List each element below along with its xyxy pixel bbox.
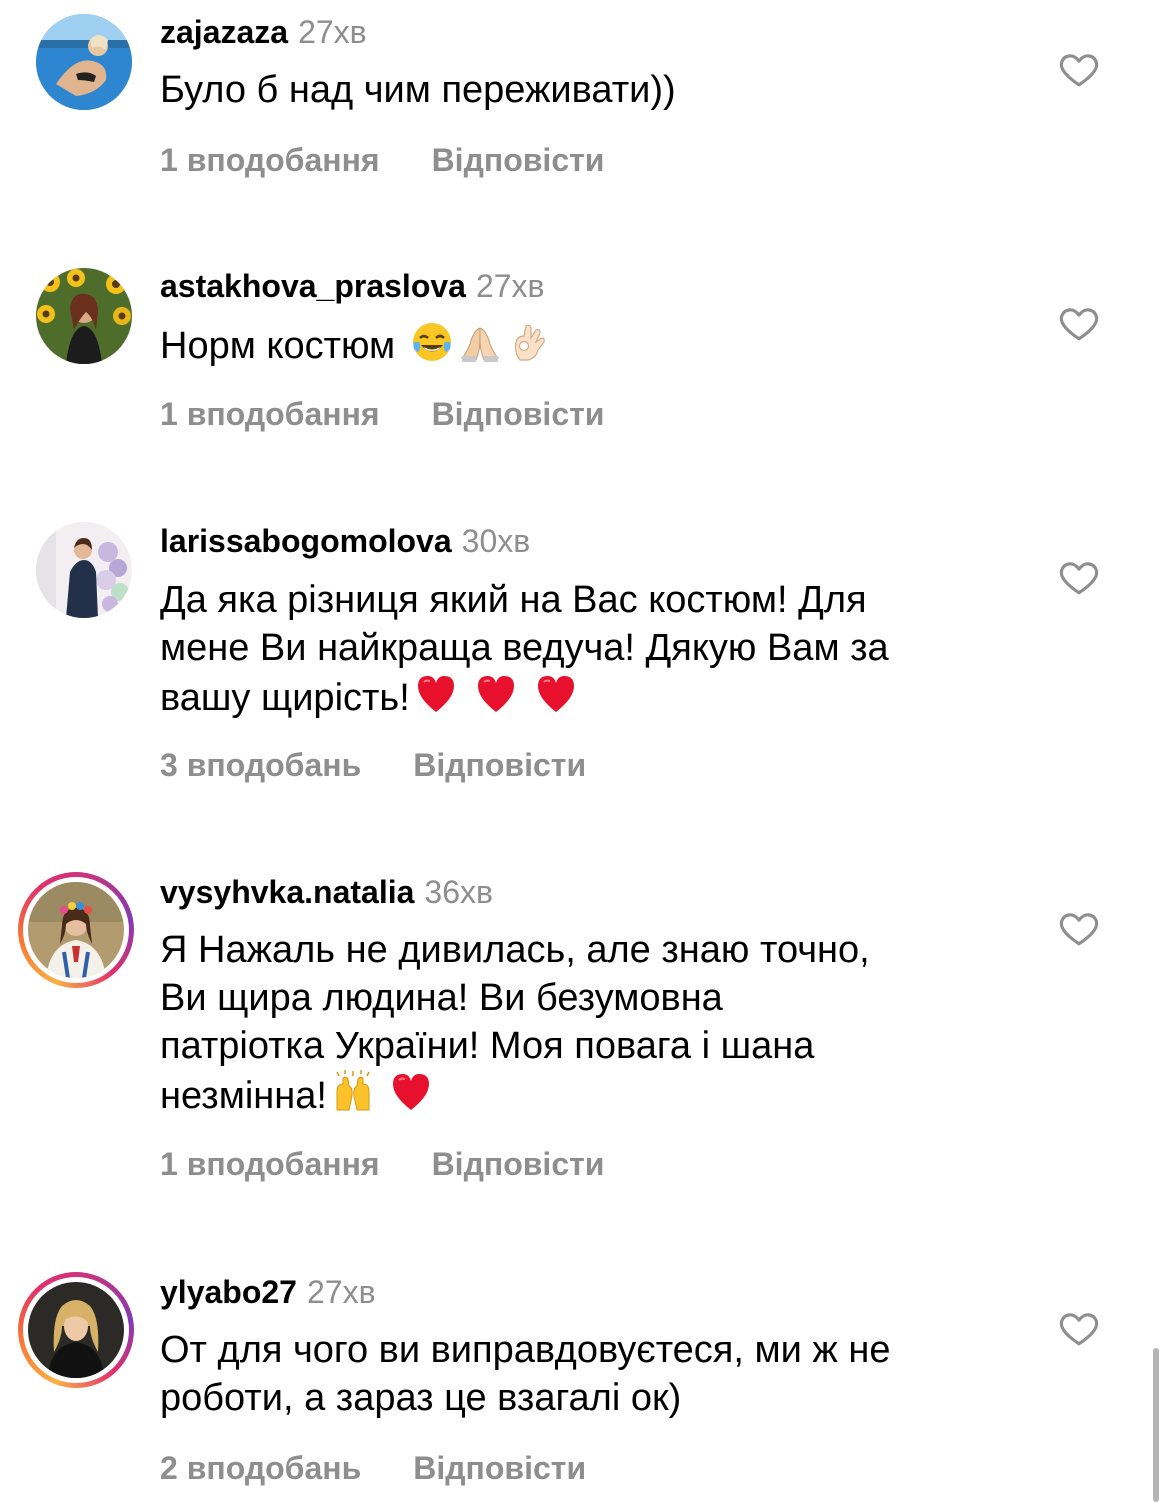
username[interactable]: ylyabo27 [160, 1274, 297, 1310]
comment-text-line: Ви щира людина! Ви безумовна [160, 977, 723, 1019]
comment-meta: astakhova_praslova 27хв [160, 266, 545, 306]
timestamp: 27хв [306, 1274, 376, 1310]
reply-button[interactable]: Відповісти [432, 142, 605, 178]
avatar-story-ring[interactable] [18, 872, 134, 988]
avatar[interactable] [36, 522, 132, 618]
comment-text-line-with-emoji: незмінна! [160, 1070, 1040, 1120]
timestamp: 27хв [298, 14, 367, 50]
red-heart-emoji [534, 672, 578, 716]
comment-text-line: патріотка України! Моя повага і шана [160, 1025, 815, 1067]
username[interactable]: zajazaza [160, 14, 288, 50]
reply-button[interactable]: Відповісти [432, 396, 605, 432]
comment-actions: 3 вподобань Відповісти [160, 745, 586, 785]
username[interactable]: larissabogomolova [160, 523, 452, 559]
comment-text-line: От для чого ви виправдовуєтеся, ми ж не [160, 1329, 891, 1371]
folded-hands-emoji [458, 320, 502, 364]
username[interactable]: astakhova_praslova [160, 268, 466, 304]
likes-count[interactable]: 1 вподобання [160, 142, 380, 178]
comment-actions: 1 вподобання Відповісти [160, 394, 604, 434]
reply-button[interactable]: Відповісти [413, 1450, 586, 1486]
scrollbar[interactable] [1153, 1348, 1159, 1502]
like-heart-icon[interactable] [1058, 48, 1100, 90]
likes-count[interactable]: 2 вподобань [160, 1450, 361, 1486]
like-heart-icon[interactable] [1058, 1307, 1100, 1349]
red-heart-emoji [474, 672, 518, 716]
comment-meta: vysyhvka.natalia 36хв [160, 872, 493, 912]
reply-button[interactable]: Відповісти [413, 747, 586, 783]
comment-text: От для чого ви виправдовуєтеся, ми ж не … [160, 1326, 1040, 1422]
avatar [28, 882, 124, 978]
red-heart-emoji [414, 672, 458, 716]
comment-text-content: Норм костюм [160, 325, 406, 367]
timestamp: 27хв [475, 268, 545, 304]
comment-text-line: вашу щирість! [160, 677, 410, 719]
username[interactable]: vysyhvka.natalia [160, 874, 414, 910]
comment-text: Я Нажаль не дивилась, але знаю точно, Ви… [160, 926, 1040, 1120]
timestamp: 36хв [424, 874, 493, 910]
like-heart-icon[interactable] [1058, 556, 1100, 598]
avatar[interactable] [36, 268, 132, 364]
likes-count[interactable]: 3 вподобань [160, 747, 361, 783]
comment-text: Да яка різниця який на Вас костюм! Для м… [160, 576, 1040, 722]
comment-text: Норм костюм [160, 320, 1040, 370]
ok-hand-emoji [506, 320, 550, 364]
comment-text-line: мене Ви найкраща ведуча! Дякую Вам за [160, 627, 889, 669]
comment-text-line: Я Нажаль не дивилась, але знаю точно, [160, 929, 870, 971]
timestamp: 30хв [461, 523, 531, 559]
comment-meta: ylyabo27 27хв [160, 1272, 376, 1312]
like-heart-icon[interactable] [1058, 302, 1100, 344]
comment-text: Було б над чим переживати)) [160, 69, 676, 111]
likes-count[interactable]: 1 вподобання [160, 1146, 380, 1182]
avatar[interactable] [36, 14, 132, 110]
comment-text-line: незмінна! [160, 1075, 327, 1117]
like-heart-icon[interactable] [1058, 907, 1100, 949]
comment-actions: 1 вподобання Відповісти [160, 1144, 604, 1184]
raising-hands-emoji [331, 1070, 375, 1114]
face-with-tears-of-joy-emoji [410, 320, 454, 364]
red-heart-emoji [389, 1070, 433, 1114]
comment-text-line: роботи, а зараз це взагалі ок) [160, 1377, 682, 1419]
avatar-story-ring[interactable] [18, 1272, 134, 1388]
comment-text-line-with-emoji: вашу щирість! [160, 672, 1040, 722]
likes-count[interactable]: 1 вподобання [160, 396, 380, 432]
comment-meta: larissabogomolova 30хв [160, 521, 530, 561]
comment-actions: 1 вподобання Відповісти [160, 140, 604, 180]
comment-actions: 2 вподобань Відповісти [160, 1448, 586, 1488]
avatar [28, 1282, 124, 1378]
comment-text-line: Да яка різниця який на Вас костюм! Для [160, 579, 867, 621]
reply-button[interactable]: Відповісти [432, 1146, 605, 1182]
comment-meta: zajazaza 27хв [160, 12, 367, 52]
